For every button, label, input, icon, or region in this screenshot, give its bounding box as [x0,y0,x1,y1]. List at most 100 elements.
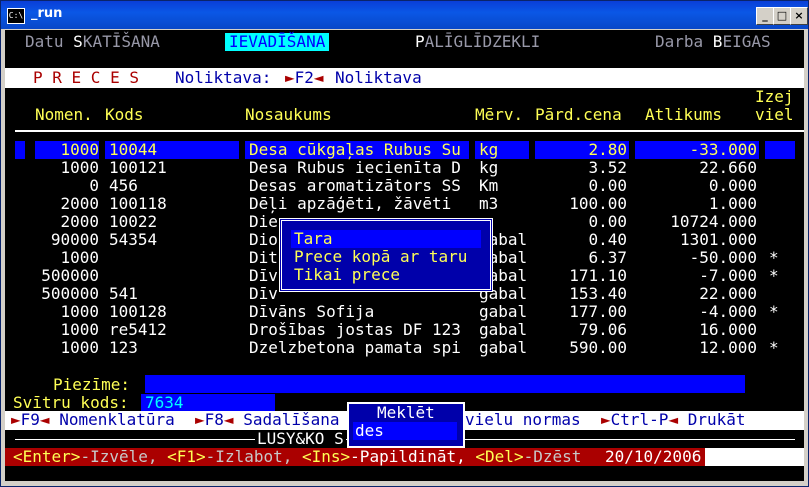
cell-atlikums: 10724.000 [670,212,757,231]
cell-cena: 590.00 [569,338,627,357]
cell-nosaukums: Dio [249,230,278,249]
cell-nosaukums: Drošības jostas DF 123 [249,320,461,339]
cell-nomen: 1000 [60,302,99,321]
date-bg [705,448,804,466]
col-header-cena: Pārd.cena [535,105,622,124]
cell-nosaukums: Desa Rubus iecienīta D [249,158,461,177]
console-window: C:\ _run _ □ × Datu SKATĪŠANA IEVADĪŠANA… [0,0,809,487]
warehouse-key[interactable]: ►F2◄ [285,69,324,87]
cell-merv: Km [479,176,499,195]
cell-atlikums: 12.000 [699,338,757,357]
col-header-nomen: Nomen. [35,105,93,124]
col-header-merv: Mērv. [475,105,524,124]
cell-nomen: 500000 [41,284,99,303]
cell-kods: 10044 [109,140,158,159]
cell-nomen: 2000 [60,212,99,231]
cell-kods: 456 [109,176,138,195]
cell-cena: 2.80 [588,140,627,159]
cell-nosaukums: Dīv [249,266,278,285]
hint-line: <Enter>-Izvēle, <F1>-Izlabot, <Ins>-Papi… [13,447,582,466]
cell-izej: * [769,248,779,267]
fkey-print[interactable]: ►Ctrl-P◄ Drukāt [601,411,746,429]
cell-atlikums: 1.000 [708,194,757,213]
cell-cena: 171.10 [569,266,627,285]
cell-cena: 79.06 [578,320,627,339]
cell-nosaukums: Dīv [249,284,278,303]
cell-kods: 10022 [109,212,158,231]
cell-nomen: 500000 [41,266,99,285]
cell-atlikums: 22.000 [699,284,757,303]
col-header-kods: Kods [105,105,144,124]
cell-atlikums: 1301.000 [679,230,757,249]
menu-item-input[interactable]: IEVADĪŠANA [225,33,330,51]
cell-nosaukums: Dēļi apzāģēti, žāvēti [249,194,452,213]
popup-item-tara[interactable]: Tara [294,230,333,248]
cell-cena: 0.00 [588,176,627,195]
menu-item-tools[interactable]: PALĪGLĪDZEKLI [415,33,540,51]
cell-nosaukums: Dzelzbetona pamata spi [249,338,461,357]
title-bar[interactable]: C:\ _run _ □ × [1,1,808,29]
col-header-viel: viel [755,105,794,124]
date: 20/10/2006 [605,447,702,466]
cell-cena: 153.40 [569,284,627,303]
cell-nomen: 1000 [60,158,99,177]
cell-cena: 0.40 [588,230,627,249]
note-label: Piezīme: [53,375,131,394]
cell-atlikums: 22.660 [699,158,757,177]
cell-nomen: 0 [89,176,99,195]
cell-kods: 100118 [109,194,167,213]
cell-kods: re5412 [109,320,167,339]
cell-nosaukums: Desas aromatizātors SS [249,176,461,195]
cell-atlikums: -7.000 [699,266,757,285]
window-title: _run [31,6,63,21]
cell-kods: 100121 [109,158,167,177]
cell-atlikums: 0.000 [708,176,757,195]
cell-kods: 54354 [109,230,158,249]
selection-marker [15,141,25,159]
screen-title: P R E C E S [33,68,139,87]
cell-merv: gabal [479,302,528,321]
cell-atlikums: -33.000 [689,140,757,159]
cell-kods: 123 [109,338,138,357]
minimize-button[interactable]: _ [756,7,774,25]
company-name: LUSY&KO S [255,429,346,448]
cell-cena: 0.00 [588,212,627,231]
cell-nosaukums: Dit [249,248,278,267]
fkey-material-norms[interactable]: vielu normas [465,411,581,429]
cell-nosaukums: Die [249,212,278,231]
header-divider [15,130,804,132]
cell-nosaukums: Dīvāns Sofija [249,302,375,321]
cell-nomen: 1000 [60,338,99,357]
cell-nomen: 1000 [60,320,99,339]
popup-item-prece-ar-taru[interactable]: Prece kopā ar taru [294,248,467,266]
menu-item-data-sorting[interactable]: Datu SKATĪŠANA [25,33,160,51]
cell-merv: gabal [479,320,528,339]
selected-cell-izej-bg [765,141,795,159]
menu-item-exit[interactable]: Darba BEIGAS [655,33,771,51]
search-value: des [355,421,384,440]
cell-izej: * [769,302,779,321]
cell-atlikums: 16.000 [699,320,757,339]
maximize-button[interactable]: □ [773,7,791,25]
fkey-f8[interactable]: ►F8◄ Sadalīšana [195,411,340,429]
cell-atlikums: -4.000 [699,302,757,321]
cell-nomen: 2000 [60,194,99,213]
console-screen: Datu SKATĪŠANA IEVADĪŠANA PALĪGLĪDZEKLI … [5,30,804,481]
cell-merv: m3 [479,194,499,213]
cell-izej: * [769,338,779,357]
col-header-izej: Izej [755,87,794,106]
fkey-f9[interactable]: ►F9◄ Nomenklatūra [11,411,175,429]
cell-nomen: 1000 [60,248,99,267]
cell-cena: 177.00 [569,302,627,321]
search-box: Meklēt des [347,402,465,448]
close-button[interactable]: × [790,7,808,25]
tara-popup: Tara Prece kopā ar taru Tikai prece [279,218,493,292]
note-field[interactable] [145,375,745,393]
cell-izej: * [769,266,779,285]
cell-merv: gabal [479,338,528,357]
col-header-nosaukums: Nosaukums [245,105,332,124]
col-header-atlikums: Atlikums [645,105,723,124]
cell-merv: kg [479,140,499,159]
popup-item-tikai-prece[interactable]: Tikai prece [294,266,400,284]
cell-nomen: 1000 [60,140,99,159]
